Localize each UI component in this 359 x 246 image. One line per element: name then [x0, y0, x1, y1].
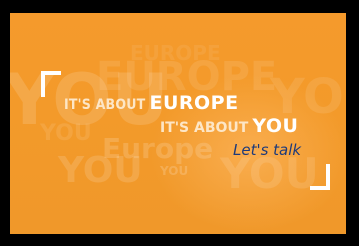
background-word: EUROPE	[130, 41, 221, 65]
background-word: YOU	[58, 150, 143, 191]
headline-line-2-prefix: IT'S ABOUT	[160, 120, 249, 136]
background-word: YOU	[270, 69, 346, 125]
tagline: Let's talk	[233, 141, 302, 159]
headline-line-2: IT'S ABOUT YOU	[160, 117, 299, 136]
bottom-right-bracket	[310, 164, 330, 190]
headline-line-1: IT'S ABOUT EUROPE	[64, 94, 239, 113]
top-left-bracket	[41, 71, 61, 97]
campaign-banner: YOU EUROPE YOU Europe YOU YOU YOU YOU EU…	[10, 13, 346, 234]
background-word: YOU	[160, 164, 189, 178]
background-word: YOU	[220, 149, 319, 198]
headline-line-1-prefix: IT'S ABOUT	[64, 97, 146, 113]
background-word: YOU	[40, 121, 92, 146]
headline-line-1-keyword: EUROPE	[149, 92, 239, 114]
headline-line-2-keyword: YOU	[252, 115, 299, 137]
